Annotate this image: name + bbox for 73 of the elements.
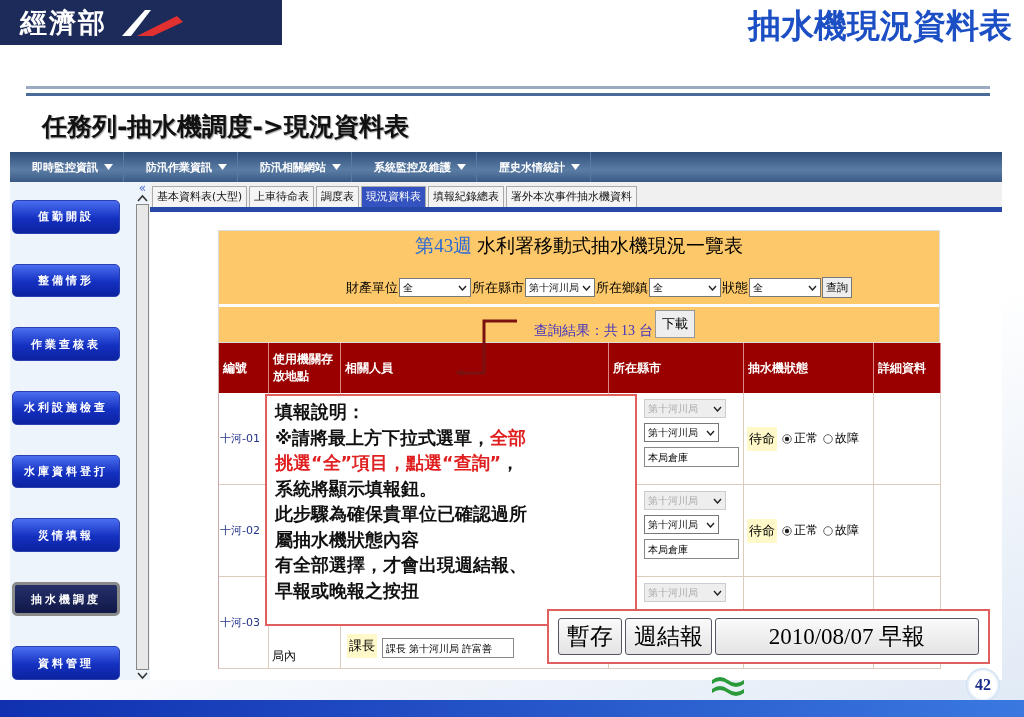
caret-icon [582,284,591,291]
collapse-toggle[interactable]: « [138,182,147,194]
caret-icon [104,164,113,170]
caret-icon [458,284,467,291]
download-button[interactable]: 下載 [654,310,695,338]
status-label: 待命 [747,518,777,543]
sidebar-button[interactable]: 災情填報 [12,518,120,552]
status-radio[interactable]: 故障 [823,522,859,539]
instruction-note: 填報說明： ※請將最上方下拉式選單，全部 挑選“全”項目，點選“查詢”， 系統將顯示填報鈕。 此步驟為確保貴單位已確認過所 屬抽水機狀態內容 有全部選擇，才會出現週結報、 早報或晚報之按扭 [265,394,637,626]
sidebar-button[interactable]: 資料管理 [12,646,120,680]
query-button[interactable]: 查詢 [822,277,852,298]
scroll-down-icon[interactable] [137,672,148,680]
tab[interactable]: 基本資料表(大型) [152,186,248,207]
status-label: 待命 [747,426,777,451]
filter-select[interactable]: 第十河川局 [525,278,595,297]
sidebar-button[interactable]: 水庫資料登打 [12,454,120,489]
sidebar-button[interactable]: 水利設施檢查 [12,390,120,425]
column-header: 相關人員 [341,343,609,393]
place-field[interactable]: 本局倉庫 [644,539,739,559]
caret-icon [218,164,227,170]
county-select[interactable]: 第十河川局 [644,515,719,534]
filter-select[interactable]: 全 [399,278,471,297]
caret-icon [706,429,715,436]
filter-label: 財產單位 [346,278,398,297]
caret-icon [332,164,341,170]
sidebar-button[interactable]: 整備情形 [12,263,120,298]
role-label: 課長 [347,634,377,658]
caret-icon [708,284,717,291]
caret-icon [713,589,722,596]
caret-icon [706,521,715,528]
caret-icon [808,284,817,291]
caret-icon [457,164,466,170]
caret-icon [713,497,722,504]
report-title: 第43週 水利署移動式抽水機現況一覽表 [414,234,744,258]
sidebar-button[interactable]: 值勤開設 [12,200,120,234]
table-cell[interactable]: 十河-01 [220,431,265,446]
slide-title: 抽水機現況資料表 [748,5,1012,47]
action-button[interactable]: 週結報 [625,618,712,655]
filter-label: 所在鄉鎮 [596,278,648,297]
status-radio[interactable]: 正常 [782,430,818,447]
tab[interactable]: 現況資料表 [361,186,427,207]
county-select[interactable]: 第十河川局 [644,423,719,442]
filter-select[interactable]: 全 [749,278,821,297]
tab[interactable]: 署外本次事件抽水機資料 [506,186,638,207]
slide-subtitle: 任務列-抽水機調度->現況資料表 [42,111,410,143]
column-header: 所在縣市 [609,343,744,393]
caret-icon [571,164,580,170]
person-field[interactable]: 課長 第十河川局 許富善 [382,638,514,658]
sidebar-button[interactable]: 抽水機調度 [12,581,120,617]
logo-text: 經濟部 [20,5,107,40]
column-header: 編號 [219,343,269,393]
sidebar-button[interactable]: 作業查核表 [12,327,120,361]
filter-label: 狀態 [722,278,748,297]
table-cell[interactable]: 十河-03 [220,615,265,630]
action-button[interactable]: 2010/08/07 早報 [715,618,979,655]
filter-label: 所在縣市 [472,278,524,297]
column-header: 使用機關存放地點 [269,343,341,393]
caret-icon [713,405,722,412]
tab[interactable]: 填報紀錄總表 [428,186,505,207]
status-radio[interactable]: 故障 [823,430,859,447]
status-radio[interactable]: 正常 [782,522,818,539]
annotation-arrow [455,319,517,376]
column-header: 抽水機狀態 [744,343,874,393]
result-count: 查詢結果：共 13 台 [533,322,653,340]
filter-select[interactable]: 全 [649,278,721,297]
tab[interactable]: 調度表 [316,186,360,207]
action-button[interactable]: 暫存 [558,618,622,655]
scroll-up-icon[interactable] [137,194,148,202]
column-header: 詳細資料 [874,343,941,393]
place-field[interactable]: 本局倉庫 [644,447,739,467]
table-cell[interactable]: 十河-02 [220,523,265,538]
tab[interactable]: 上車待命表 [249,186,315,207]
table-cell-text: 局內 [272,648,297,665]
